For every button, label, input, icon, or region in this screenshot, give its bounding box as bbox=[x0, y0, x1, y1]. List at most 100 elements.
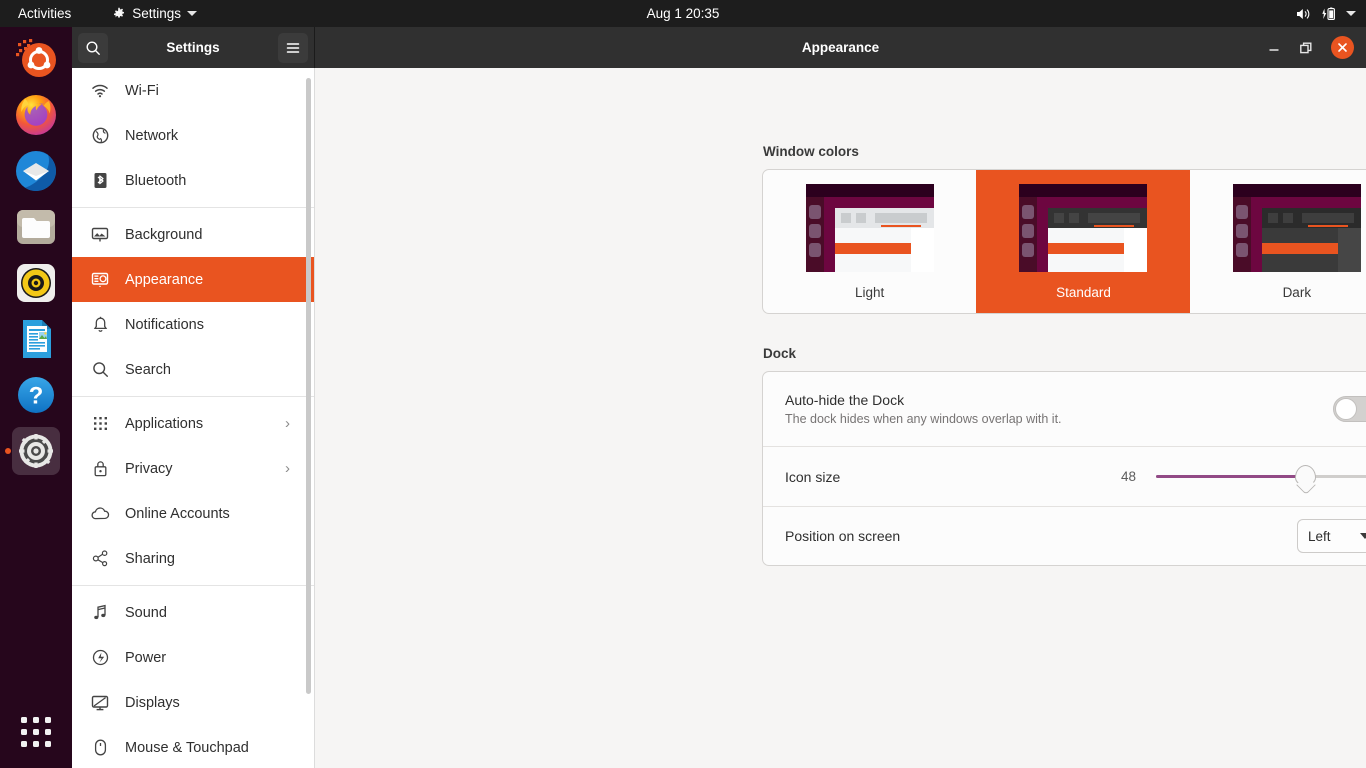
toggle-knob bbox=[1335, 398, 1357, 420]
sidebar-label: Power bbox=[125, 649, 167, 666]
theme-option-dark[interactable]: Dark bbox=[1190, 170, 1366, 313]
row-auto-hide-dock: Auto-hide the Dock The dock hides when a… bbox=[763, 372, 1366, 446]
sidebar-label: Appearance bbox=[125, 271, 204, 288]
applications-grid-icon bbox=[90, 414, 110, 434]
sidebar-label: Applications bbox=[125, 415, 204, 432]
close-button[interactable] bbox=[1331, 36, 1354, 59]
sidebar-item-sound[interactable]: Sound bbox=[72, 590, 314, 635]
window-colors-chooser: Light Standard Dark bbox=[762, 169, 1366, 314]
theme-label: Standard bbox=[1056, 284, 1111, 300]
caret-down-icon bbox=[187, 11, 198, 16]
icon-size-slider[interactable] bbox=[1156, 464, 1366, 487]
sidebar-item-search[interactable]: Search bbox=[72, 347, 314, 392]
sidebar-label: Bluetooth bbox=[125, 172, 187, 189]
sidebar-item-online-accounts[interactable]: Online Accounts bbox=[72, 491, 314, 536]
window-title: Appearance bbox=[801, 40, 880, 55]
sidebar-divider bbox=[72, 396, 314, 397]
dock-item-help[interactable]: ? bbox=[12, 371, 60, 419]
sidebar-label: Privacy bbox=[125, 460, 173, 477]
minimize-button[interactable] bbox=[1267, 41, 1281, 55]
sidebar-item-displays[interactable]: Displays bbox=[72, 680, 314, 725]
sidebar-item-sharing[interactable]: Sharing bbox=[72, 536, 314, 581]
clock-label: Aug 1 20:35 bbox=[646, 6, 720, 21]
sidebar-label: Wi-Fi bbox=[125, 82, 159, 99]
settings-icon bbox=[19, 434, 53, 468]
mouse-icon bbox=[90, 738, 110, 758]
app-menu-label: Settings bbox=[132, 6, 182, 21]
bluetooth-icon bbox=[90, 171, 110, 191]
theme-option-light[interactable]: Light bbox=[763, 170, 976, 313]
dock-item-files[interactable] bbox=[12, 203, 60, 251]
menu-button[interactable] bbox=[278, 32, 308, 63]
sidebar-label: Online Accounts bbox=[125, 505, 230, 522]
grid-dot bbox=[45, 717, 51, 723]
grid-dot bbox=[21, 741, 27, 747]
network-icon bbox=[90, 126, 110, 146]
music-note-icon bbox=[90, 603, 110, 623]
auto-hide-title: Auto-hide the Dock bbox=[785, 392, 905, 408]
sidebar-item-mouse-touchpad[interactable]: Mouse & Touchpad bbox=[72, 725, 314, 768]
volume-icon bbox=[1297, 8, 1310, 19]
headerbar-right: Appearance bbox=[315, 27, 1366, 68]
caret-down-icon bbox=[1346, 11, 1356, 16]
app-menu-button[interactable]: Settings bbox=[112, 6, 198, 21]
chevron-right-icon: › bbox=[285, 460, 290, 477]
grid-dot bbox=[21, 717, 27, 723]
dock-heading: Dock bbox=[763, 346, 797, 361]
cloud-icon bbox=[90, 504, 110, 524]
thunderbird-icon bbox=[16, 150, 56, 191]
search-icon bbox=[86, 40, 100, 55]
search-icon bbox=[90, 360, 110, 380]
settings-sidebar: Wi-Fi Network Bluetooth Background Appea… bbox=[72, 68, 315, 768]
sidebar-item-applications[interactable]: Applications › bbox=[72, 401, 314, 446]
theme-label: Dark bbox=[1282, 284, 1312, 300]
libreoffice-writer-icon bbox=[23, 320, 51, 358]
sidebar-item-notifications[interactable]: Notifications bbox=[72, 302, 314, 347]
sidebar-label: Search bbox=[125, 361, 171, 378]
dock-item-thunderbird[interactable] bbox=[12, 147, 60, 195]
display-icon bbox=[90, 693, 110, 713]
row-icon-size: Icon size 48 bbox=[763, 446, 1366, 506]
dock-item-settings[interactable] bbox=[12, 427, 60, 475]
window-colors-heading: Window colors bbox=[763, 144, 859, 159]
maximize-button[interactable] bbox=[1299, 41, 1313, 55]
dock-item-firefox[interactable] bbox=[12, 91, 60, 139]
sidebar-item-background[interactable]: Background bbox=[72, 212, 314, 257]
theme-preview-dark bbox=[1232, 183, 1361, 272]
chevron-right-icon: › bbox=[285, 415, 290, 432]
sidebar-item-privacy[interactable]: Privacy › bbox=[72, 446, 314, 491]
ubuntu-dock: ? bbox=[0, 27, 72, 768]
sidebar-item-wifi[interactable]: Wi-Fi bbox=[72, 68, 314, 113]
activities-button[interactable]: Activities bbox=[10, 4, 79, 23]
system-tray[interactable] bbox=[1296, 7, 1356, 21]
search-button[interactable] bbox=[78, 32, 108, 63]
sidebar-item-appearance[interactable]: Appearance bbox=[72, 257, 314, 302]
window-body: Wi-Fi Network Bluetooth Background Appea… bbox=[72, 68, 1366, 768]
window-headerbar: Settings Appearance bbox=[72, 27, 1366, 68]
position-dropdown[interactable]: Left bbox=[1297, 519, 1366, 553]
theme-label: Light bbox=[855, 284, 885, 300]
bell-icon bbox=[90, 315, 110, 335]
theme-preview-standard bbox=[1019, 183, 1148, 272]
dock-settings-card: Auto-hide the Dock The dock hides when a… bbox=[762, 371, 1366, 566]
sidebar-item-bluetooth[interactable]: Bluetooth bbox=[72, 158, 314, 203]
sidebar-item-power[interactable]: Power bbox=[72, 635, 314, 680]
theme-preview-light bbox=[805, 183, 934, 272]
sidebar-item-network[interactable]: Network bbox=[72, 113, 314, 158]
dock-item-libreoffice-writer[interactable] bbox=[12, 315, 60, 363]
slider-handle[interactable] bbox=[1295, 464, 1316, 486]
files-icon bbox=[17, 210, 55, 244]
appearance-panel: Window colors Light Standard Dark Dock A… bbox=[315, 68, 1366, 768]
auto-hide-toggle[interactable] bbox=[1333, 396, 1366, 422]
gear-icon bbox=[114, 7, 125, 18]
gnome-top-bar: Activities Settings Aug 1 20:35 bbox=[0, 0, 1366, 27]
grid-dot bbox=[33, 741, 39, 747]
theme-option-standard[interactable]: Standard bbox=[976, 170, 1190, 313]
sidebar-label: Network bbox=[125, 127, 179, 144]
dock-item-ubuntu-software[interactable] bbox=[12, 35, 60, 83]
help-icon: ? bbox=[18, 377, 54, 413]
position-title: Position on screen bbox=[785, 528, 901, 544]
sidebar-scrollbar[interactable] bbox=[306, 78, 311, 694]
dock-item-rhythmbox[interactable] bbox=[12, 259, 60, 307]
show-applications-button[interactable] bbox=[14, 710, 58, 754]
